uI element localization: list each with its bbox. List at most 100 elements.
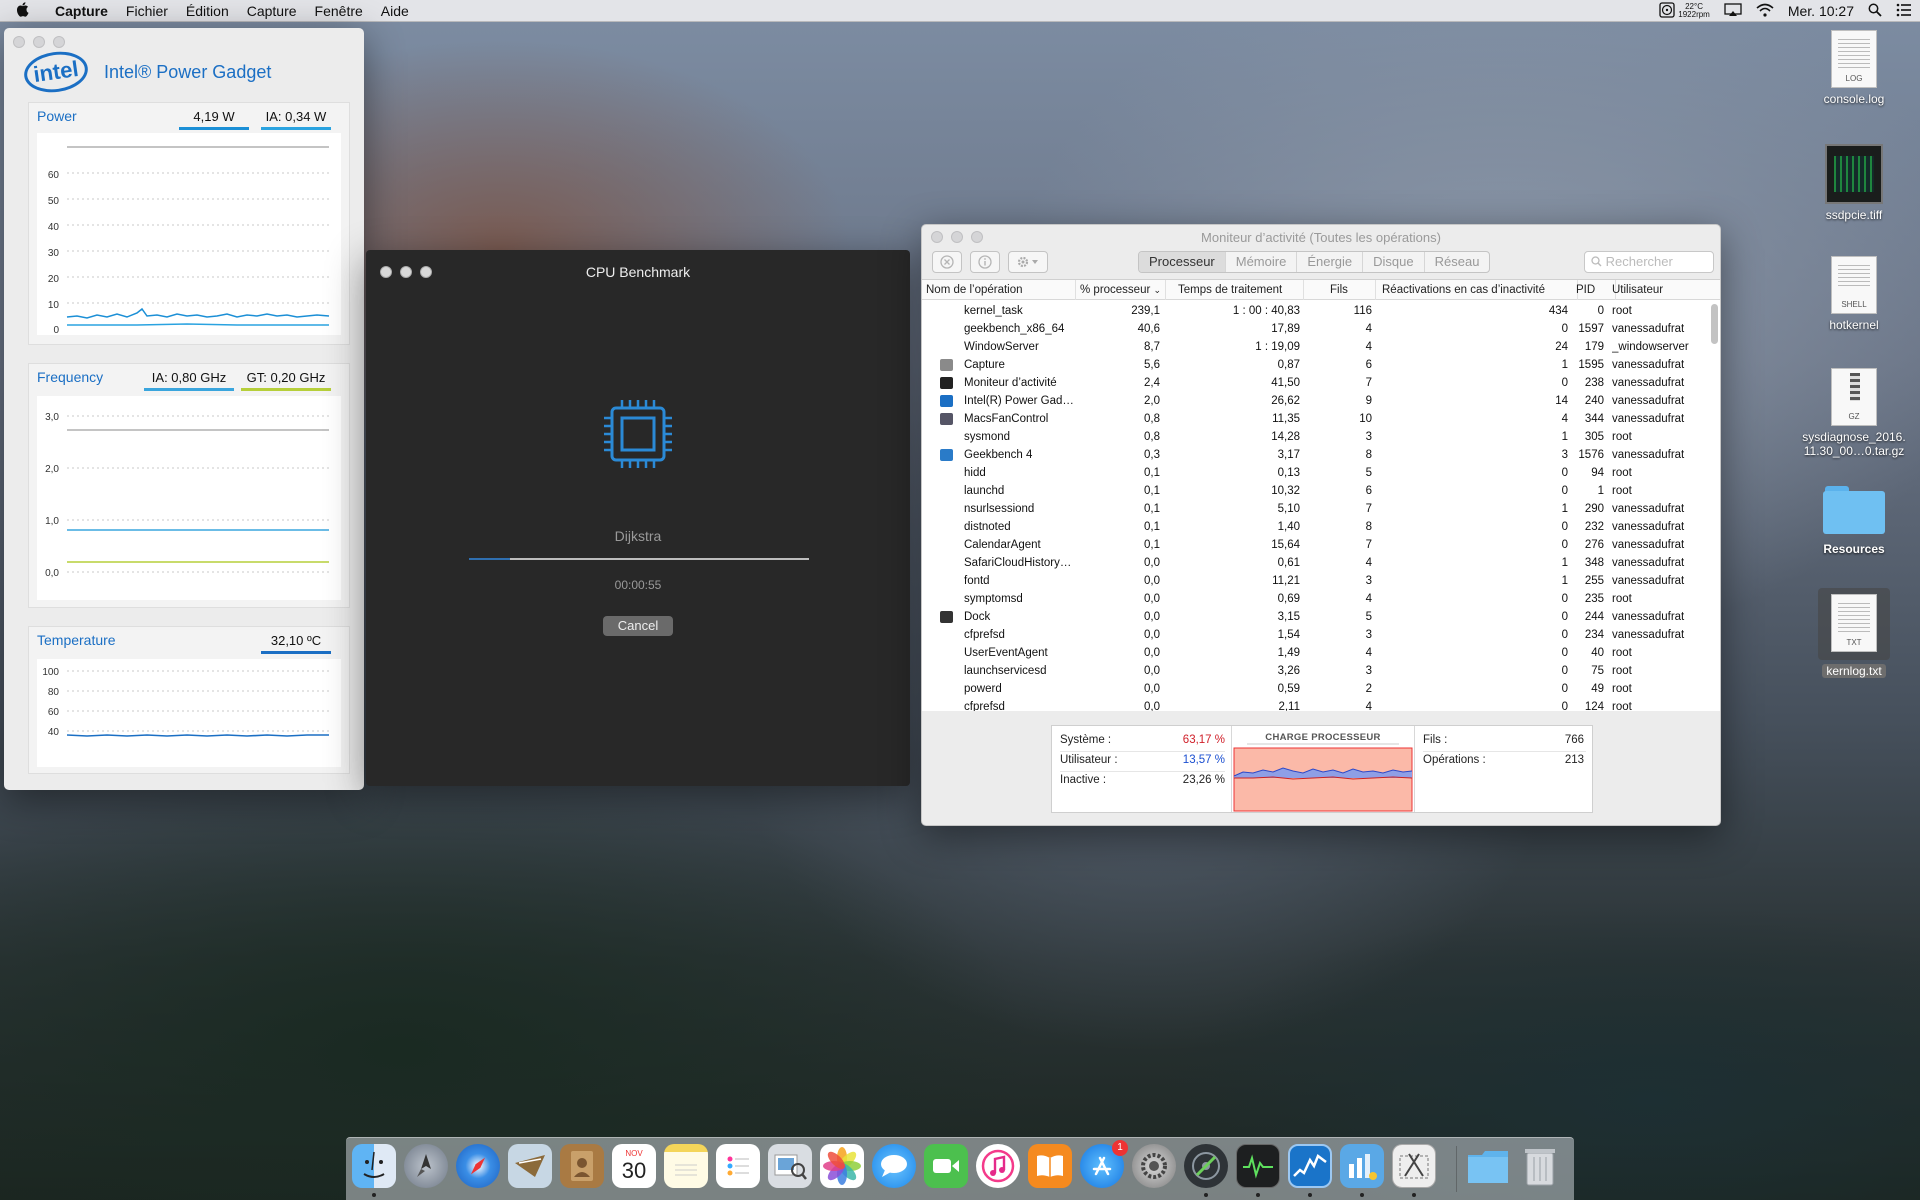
- action-menu-button[interactable]: [1008, 251, 1048, 273]
- table-row[interactable]: sysmond 0,8 14,28 3 1 305 root: [922, 428, 1720, 446]
- temperature-value: 32,10 ºC: [261, 633, 331, 654]
- tab-memoire[interactable]: Mémoire: [1226, 252, 1298, 272]
- search-field[interactable]: Rechercher: [1584, 251, 1714, 273]
- menu-edition[interactable]: Édition: [177, 3, 238, 19]
- ia-power-value: IA: 0,34 W: [261, 109, 331, 130]
- desktop-icon-sysdiagnose[interactable]: GZ sysdiagnose_2016. 11.30_00…0.tar.gz: [1799, 368, 1909, 458]
- desktop-icon-hotkernel[interactable]: SHELL hotkernel: [1799, 256, 1909, 332]
- menubar-clock[interactable]: Mer. 10:27: [1788, 3, 1854, 19]
- processes-value: 213: [1564, 754, 1584, 766]
- facetime-icon[interactable]: [924, 1144, 968, 1188]
- fan-control-widget[interactable]: 22°C 1922rpm: [1659, 1, 1710, 21]
- table-scrollbar[interactable]: [1711, 304, 1718, 344]
- downloads-folder-icon[interactable]: [1466, 1144, 1510, 1188]
- screenshot-capture-icon[interactable]: [1392, 1144, 1436, 1188]
- table-row[interactable]: Intel(R) Power Gad… 2,0 26,62 9 14 240 vanessa…: [922, 392, 1720, 410]
- photos-icon[interactable]: [820, 1144, 864, 1188]
- tab-processeur[interactable]: Processeur: [1139, 252, 1226, 272]
- system-preferences-icon[interactable]: [1132, 1144, 1176, 1188]
- preview-icon[interactable]: [768, 1144, 812, 1188]
- tab-reseau[interactable]: Réseau: [1425, 252, 1490, 272]
- fan-speed: 1922rpm: [1678, 10, 1710, 19]
- process-threads: 4: [1365, 593, 1372, 605]
- column-header-cpu[interactable]: % processeur ⌄: [1080, 280, 1166, 300]
- table-row[interactable]: SafariCloudHistory… 0,0 0,61 4 1 348 vanessadu…: [922, 554, 1720, 572]
- table-row[interactable]: Capture 5,6 0,87 6 1 1595 vanessadufrat: [922, 356, 1720, 374]
- desktop-icon-console-log[interactable]: LOG console.log: [1799, 30, 1909, 106]
- table-row[interactable]: Dock 0,0 3,15 5 0 244 vanessadufrat: [922, 608, 1720, 626]
- table-row[interactable]: cfprefsd 0,0 2,11 4 0 124 root: [922, 698, 1720, 711]
- folder-icon: [1823, 486, 1885, 534]
- geekbench-icon[interactable]: [1340, 1144, 1384, 1188]
- disk-utility-icon[interactable]: [1184, 1144, 1228, 1188]
- activity-monitor-icon[interactable]: [1236, 1144, 1280, 1188]
- notes-icon[interactable]: [664, 1144, 708, 1188]
- power-tick: 0: [53, 325, 59, 335]
- table-row[interactable]: CalendarAgent 0,1 15,64 7 0 276 vanessadufrat: [922, 536, 1720, 554]
- table-row[interactable]: cfprefsd 0,0 1,54 3 0 234 vanessadufrat: [922, 626, 1720, 644]
- table-row[interactable]: powerd 0,0 0,59 2 0 49 root: [922, 680, 1720, 698]
- ibooks-icon[interactable]: [1028, 1144, 1072, 1188]
- close-button[interactable]: [13, 36, 25, 48]
- process-threads: 5: [1365, 611, 1372, 623]
- table-row[interactable]: Moniteur d’activité 2,4 41,50 7 0 238 vanessad…: [922, 374, 1720, 392]
- column-header-user[interactable]: Utilisateur: [1612, 280, 1698, 300]
- table-row[interactable]: launchd 0,1 10,32 6 0 1 root: [922, 482, 1720, 500]
- trash-icon[interactable]: [1518, 1144, 1562, 1188]
- table-row[interactable]: distnoted 0,1 1,40 8 0 232 vanessadufrat: [922, 518, 1720, 536]
- spotlight-search-icon[interactable]: [1868, 3, 1882, 20]
- airplay-icon[interactable]: [1724, 2, 1742, 20]
- process-threads: 116: [1353, 305, 1372, 317]
- launchpad-icon[interactable]: [404, 1144, 448, 1188]
- minimize-button[interactable]: [33, 36, 45, 48]
- table-row[interactable]: kernel_task 239,1 1 : 00 : 40,83 116 434 0 roo…: [922, 302, 1720, 320]
- process-name: powerd: [964, 683, 1002, 695]
- itunes-icon[interactable]: [976, 1144, 1020, 1188]
- menu-fenetre[interactable]: Fenêtre: [306, 3, 372, 19]
- column-header-time[interactable]: Temps de traitement: [1178, 280, 1304, 300]
- table-row[interactable]: UserEventAgent 0,0 1,49 4 0 40 root: [922, 644, 1720, 662]
- table-row[interactable]: hidd 0,1 0,13 5 0 94 root: [922, 464, 1720, 482]
- desktop-icon-ssdpcie[interactable]: ssdpcie.tiff: [1799, 144, 1909, 222]
- apple-menu-icon[interactable]: [0, 1, 46, 21]
- cancel-button[interactable]: Cancel: [603, 616, 673, 636]
- messages-icon[interactable]: [872, 1144, 916, 1188]
- table-row[interactable]: launchservicesd 0,0 3,26 3 0 75 root: [922, 662, 1720, 680]
- desktop-icon-resources[interactable]: Resources: [1799, 486, 1909, 556]
- contacts-icon[interactable]: [560, 1144, 604, 1188]
- quit-process-button[interactable]: [932, 251, 962, 273]
- app-icon: [940, 395, 953, 407]
- table-row[interactable]: WindowServer 8,7 1 : 19,09 4 24 179 _windowser…: [922, 338, 1720, 356]
- benchmark-progress-fill: [469, 558, 510, 560]
- finder-icon[interactable]: [352, 1144, 396, 1188]
- notification-center-icon[interactable]: [1896, 3, 1912, 20]
- inspect-process-button[interactable]: [970, 251, 1000, 273]
- table-row[interactable]: MacsFanControl 0,8 11,35 10 4 344 vanessadufra…: [922, 410, 1720, 428]
- menu-app-capture[interactable]: Capture: [46, 3, 117, 19]
- menu-fichier[interactable]: Fichier: [117, 3, 177, 19]
- tab-disque[interactable]: Disque: [1363, 252, 1425, 272]
- process-user: vanessadufrat: [1612, 449, 1685, 461]
- menu-aide[interactable]: Aide: [372, 3, 418, 19]
- table-row[interactable]: geekbench_x86_64 40,6 17,89 4 0 1597 vanessadu…: [922, 320, 1720, 338]
- intel-power-gadget-icon[interactable]: [1288, 1144, 1332, 1188]
- desktop-icon-kernlog[interactable]: TXT kernlog.txt: [1799, 588, 1909, 678]
- safari-icon[interactable]: [456, 1144, 500, 1188]
- table-row[interactable]: symptomsd 0,0 0,69 4 0 235 root: [922, 590, 1720, 608]
- table-row[interactable]: Geekbench 4 0,3 3,17 8 3 1576 vanessadufrat: [922, 446, 1720, 464]
- process-wakes: 1: [1561, 431, 1568, 443]
- wifi-icon[interactable]: [1756, 3, 1774, 20]
- process-name: MacsFanControl: [964, 413, 1049, 425]
- table-row[interactable]: fontd 0,0 11,21 3 1 255 vanessadufrat: [922, 572, 1720, 590]
- menu-capture[interactable]: Capture: [238, 3, 306, 19]
- column-header-name[interactable]: Nom de l’opération: [926, 280, 1076, 300]
- column-header-wakes[interactable]: Réactivations en cas d’inactivité: [1382, 280, 1578, 300]
- tab-energie[interactable]: Énergie: [1297, 252, 1364, 272]
- reminders-icon[interactable]: [716, 1144, 760, 1188]
- calendar-icon[interactable]: NOV 30: [612, 1144, 656, 1188]
- column-header-threads[interactable]: Fils: [1330, 280, 1376, 300]
- table-row[interactable]: nsurlsessiond 0,1 5,10 7 1 290 vanessadufrat: [922, 500, 1720, 518]
- zoom-button[interactable]: [53, 36, 65, 48]
- column-header-pid[interactable]: PID: [1576, 280, 1616, 300]
- mail-icon[interactable]: [508, 1144, 552, 1188]
